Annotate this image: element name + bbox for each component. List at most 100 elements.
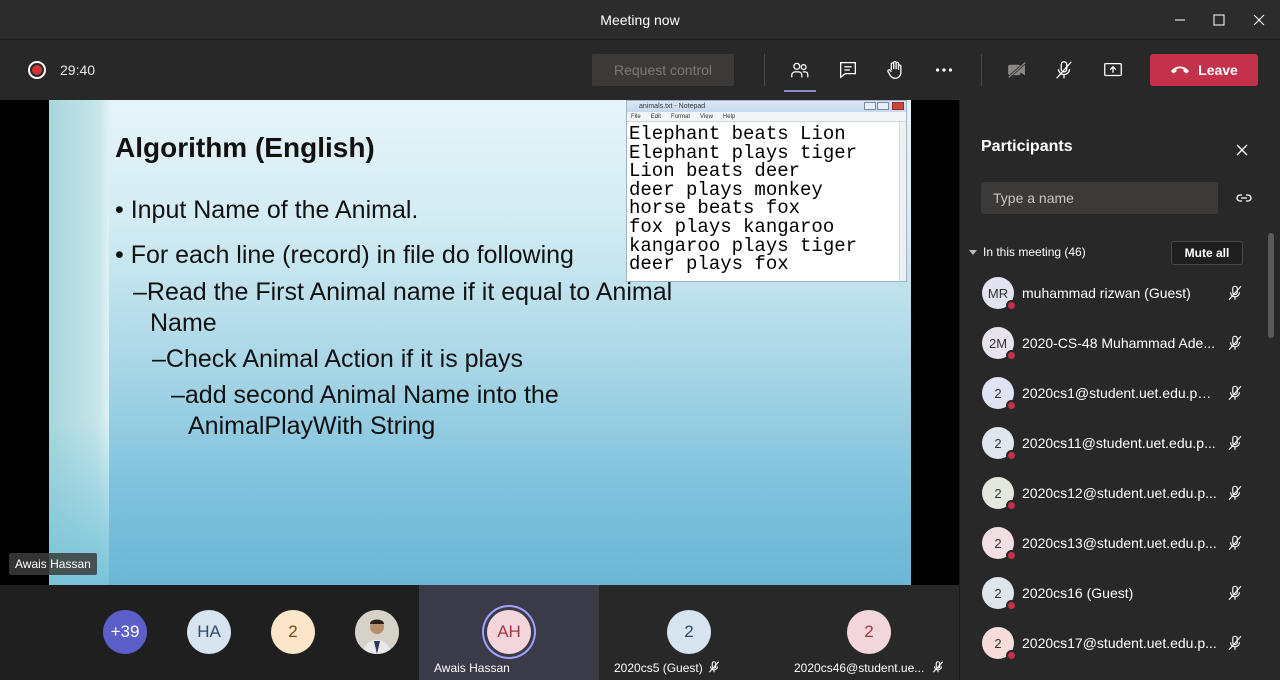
in-meeting-count: In this meeting (46) — [983, 245, 1086, 259]
chevron-down-icon — [969, 250, 977, 255]
mic-off-icon — [932, 661, 944, 673]
participant-tile[interactable]: 2 2020cs5 (Guest) — [599, 585, 779, 680]
tile-name: Awais Hassan — [434, 661, 510, 675]
meeting-timer: 29:40 — [60, 62, 96, 78]
minimize-button[interactable] — [1160, 0, 1200, 40]
participant-initials: 2M — [988, 335, 1008, 351]
notepad-menu-item: File — [631, 114, 641, 120]
leave-button[interactable]: Leave — [1150, 54, 1258, 86]
participant-avatar[interactable]: 2 — [271, 610, 315, 654]
participant-avatar[interactable]: HA — [187, 610, 231, 654]
in-meeting-section-header[interactable]: In this meeting (46) — [969, 245, 1086, 259]
notepad-line: deer plays fox — [629, 253, 789, 276]
participant-row[interactable]: MR muhammad rizwan (Guest) — [960, 268, 1265, 318]
slide-sub-bullet: –Check Animal Action if it is plays — [152, 345, 523, 373]
phone-hangup-icon — [1171, 66, 1190, 74]
status-badge — [1006, 600, 1017, 611]
shared-screen-stage: Algorithm (English) • Input Name of the … — [0, 100, 959, 585]
mic-off-icon[interactable] — [1226, 584, 1244, 602]
request-control-button[interactable]: Request control — [592, 54, 734, 86]
close-icon — [892, 102, 904, 110]
mic-off-icon[interactable] — [1226, 534, 1244, 552]
panel-scrollbar[interactable] — [1268, 233, 1274, 338]
participant-avatar: 2 — [847, 610, 891, 654]
participant-avatar: 2 — [982, 577, 1017, 611]
participant-initials: 2 — [994, 385, 1002, 401]
participant-name: 2020cs17@student.uet.edu.p... — [1022, 635, 1217, 651]
slide-bullet: • For each line (record) in file do foll… — [115, 241, 574, 269]
participant-row[interactable]: 2 2020cs1@student.uet.edu.pk ... — [960, 368, 1265, 418]
mic-off-icon[interactable] — [1226, 634, 1244, 652]
participant-initials: 2 — [994, 485, 1002, 501]
participant-avatar: AH — [487, 610, 531, 654]
participant-initials: 2 — [994, 585, 1002, 601]
notepad-title: animals.txt - Notepad — [639, 103, 706, 110]
participant-avatar: 2 — [982, 427, 1017, 461]
toolbar-divider — [764, 54, 765, 86]
participant-name: 2020cs16 (Guest) — [1022, 585, 1134, 601]
participant-initials: MR — [987, 285, 1009, 301]
panel-title: Participants — [981, 138, 1073, 155]
mic-off-icon[interactable] — [1226, 434, 1244, 452]
more-icon — [935, 68, 953, 72]
participant-avatar: 2 — [982, 527, 1017, 561]
participant-row[interactable]: 2M 2020-CS-48 Muhammad Ade... — [960, 318, 1265, 368]
chat-button[interactable] — [832, 54, 864, 86]
participant-row[interactable]: 2 2020cs16 (Guest) — [960, 568, 1265, 618]
mic-off-icon[interactable] — [1226, 284, 1244, 302]
participant-search-input[interactable] — [981, 182, 1218, 214]
participant-name: 2020cs1@student.uet.edu.pk ... — [1022, 385, 1217, 401]
participant-row[interactable]: 2 2020cs13@student.uet.edu.p... — [960, 518, 1265, 568]
slide-title: Algorithm (English) — [115, 132, 375, 163]
share-screen-icon — [1104, 62, 1122, 77]
slide-sub-bullet: –Read the First Animal name if it equal … — [133, 278, 673, 306]
participants-button[interactable] — [784, 54, 816, 92]
notepad-text: Elephant beats Lion Elephant plays tiger… — [627, 122, 906, 274]
notepad-titlebar: animals.txt - Notepad — [627, 101, 906, 112]
participant-row[interactable]: 2 2020cs12@student.uet.edu.p... — [960, 468, 1265, 518]
copy-link-icon[interactable] — [1235, 190, 1253, 206]
participant-avatar: 2 — [982, 377, 1017, 411]
participant-tile[interactable]: 2 2020cs46@student.ue... — [779, 585, 959, 680]
participant-avatar: 2M — [982, 327, 1017, 361]
participant-photo-avatar[interactable] — [355, 610, 399, 654]
presenter-name-tag: Awais Hassan — [9, 553, 97, 575]
mic-off-icon[interactable] — [1226, 484, 1244, 502]
participant-initials: 2 — [994, 435, 1002, 451]
participant-row[interactable]: 2 2020cs11@student.uet.edu.p... — [960, 418, 1265, 468]
notepad-window: animals.txt - Notepad File Edit Format View… — [626, 100, 907, 282]
mute-all-button[interactable]: Mute all — [1171, 241, 1243, 265]
maximize-button[interactable] — [1199, 0, 1239, 40]
recording-icon — [28, 61, 46, 79]
close-window-button[interactable] — [1239, 0, 1279, 40]
people-icon — [791, 62, 809, 78]
status-badge — [1006, 500, 1017, 511]
participant-name: 2020cs13@student.uet.edu.p... — [1022, 535, 1217, 551]
meeting-toolbar: 29:40 Request control Leave — [0, 40, 1280, 100]
overflow-participants-avatar[interactable]: +39 — [103, 610, 147, 654]
participant-name: 2020-CS-48 Muhammad Ade... — [1022, 335, 1215, 351]
hand-icon — [887, 60, 902, 79]
close-panel-icon[interactable] — [1234, 142, 1250, 158]
slide-sub-bullet: –add second Animal Name into the — [171, 381, 559, 409]
notepad-scrollbar — [899, 122, 906, 281]
slide-sub-bullet-cont: AnimalPlayWith String — [188, 412, 436, 440]
status-badge — [1006, 650, 1017, 661]
chat-icon — [840, 62, 856, 79]
camera-toggle-button[interactable] — [1001, 54, 1033, 86]
notepad-menu-item: Format — [671, 114, 691, 120]
minimize-icon — [1175, 19, 1185, 21]
mic-off-icon[interactable] — [1226, 334, 1244, 352]
mic-off-icon[interactable] — [1226, 384, 1244, 402]
more-actions-button[interactable] — [928, 54, 960, 86]
tile-name: 2020cs5 (Guest) — [614, 661, 703, 675]
leave-label: Leave — [1198, 62, 1238, 78]
participant-row[interactable]: 2 2020cs17@student.uet.edu.p... — [960, 618, 1265, 668]
status-badge — [1006, 350, 1017, 361]
mic-toggle-button[interactable] — [1048, 54, 1080, 86]
mic-off-icon — [1056, 61, 1072, 79]
raise-hand-button[interactable] — [879, 54, 911, 86]
tile-name: 2020cs46@student.ue... — [794, 661, 925, 675]
share-screen-button[interactable] — [1097, 54, 1129, 86]
active-speaker-tile[interactable]: AH Awais Hassan — [419, 585, 599, 680]
